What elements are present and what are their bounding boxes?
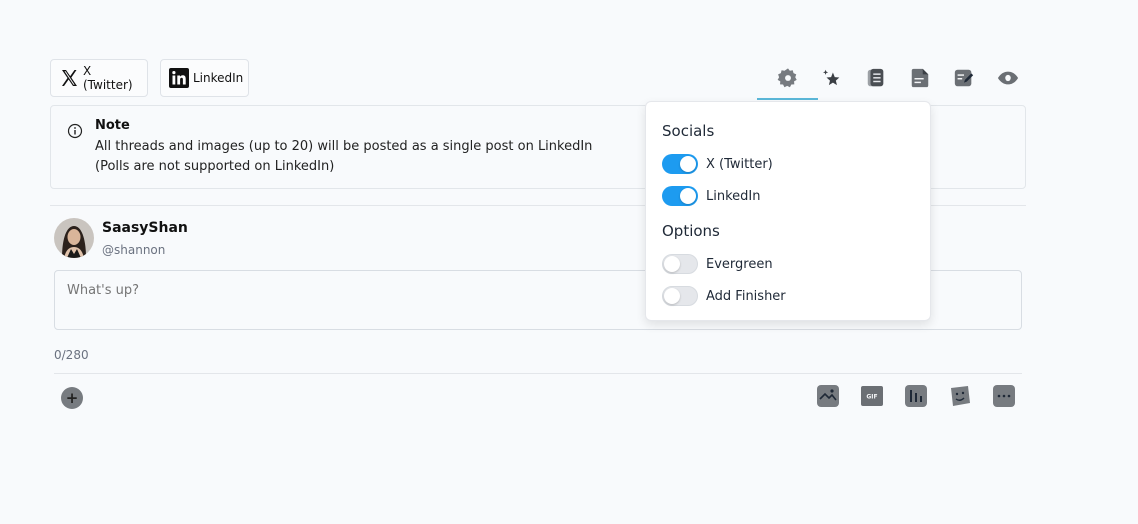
linkedin-logo-icon: [169, 68, 189, 88]
poll-chart-icon[interactable]: [904, 384, 928, 408]
evergreen-toggle-label: Evergreen: [706, 256, 773, 272]
emoji-icon[interactable]: [948, 384, 972, 408]
note-line-2: (Polls are not supported on LinkedIn): [95, 159, 335, 174]
settings-gear-icon[interactable]: [776, 66, 800, 90]
platform-x-twitter-button[interactable]: X (Twitter): [50, 59, 148, 97]
toggle-row-linkedin[interactable]: LinkedIn: [662, 185, 760, 207]
add-finisher-toggle-label: Add Finisher: [706, 288, 786, 304]
platform-linkedin-label: LinkedIn: [193, 71, 244, 85]
image-icon[interactable]: [816, 384, 840, 408]
document-list-icon[interactable]: [864, 66, 888, 90]
socials-heading: Socials: [662, 122, 715, 140]
more-icon[interactable]: [992, 384, 1016, 408]
gif-label: GIF: [866, 394, 877, 401]
user-handle: @shannon: [102, 243, 166, 257]
x-twitter-toggle-label: X (Twitter): [706, 156, 773, 172]
linkedin-toggle[interactable]: [662, 186, 698, 206]
character-count: 0/280: [54, 348, 89, 362]
evergreen-toggle[interactable]: [662, 254, 698, 274]
avatar: [54, 218, 94, 258]
toggle-row-x-twitter[interactable]: X (Twitter): [662, 153, 773, 175]
add-finisher-toggle[interactable]: [662, 286, 698, 306]
platform-x-label: X (Twitter): [83, 64, 133, 92]
toggle-row-evergreen[interactable]: Evergreen: [662, 253, 773, 275]
toggle-row-add-finisher[interactable]: Add Finisher: [662, 285, 786, 307]
gif-icon[interactable]: GIF: [860, 384, 884, 408]
file-text-icon[interactable]: [908, 66, 932, 90]
info-icon: [67, 123, 83, 139]
x-logo-icon: [59, 68, 79, 88]
options-heading: Options: [662, 222, 720, 240]
x-twitter-toggle[interactable]: [662, 154, 698, 174]
add-thread-button[interactable]: +: [61, 387, 83, 409]
username: SaasyShan: [102, 220, 188, 236]
star-sparkle-icon[interactable]: [820, 66, 844, 90]
linkedin-toggle-label: LinkedIn: [706, 188, 761, 204]
edit-note-icon[interactable]: [952, 66, 976, 90]
composer-divider: [54, 373, 1022, 374]
platform-linkedin-button[interactable]: LinkedIn: [160, 59, 249, 97]
note-line-1: All threads and images (up to 20) will b…: [95, 139, 593, 154]
preview-eye-icon[interactable]: [996, 66, 1020, 90]
note-title: Note: [95, 118, 130, 133]
active-tab-underline: [757, 98, 818, 100]
settings-popover: Socials X (Twitter) LinkedIn Options Eve…: [645, 101, 931, 321]
